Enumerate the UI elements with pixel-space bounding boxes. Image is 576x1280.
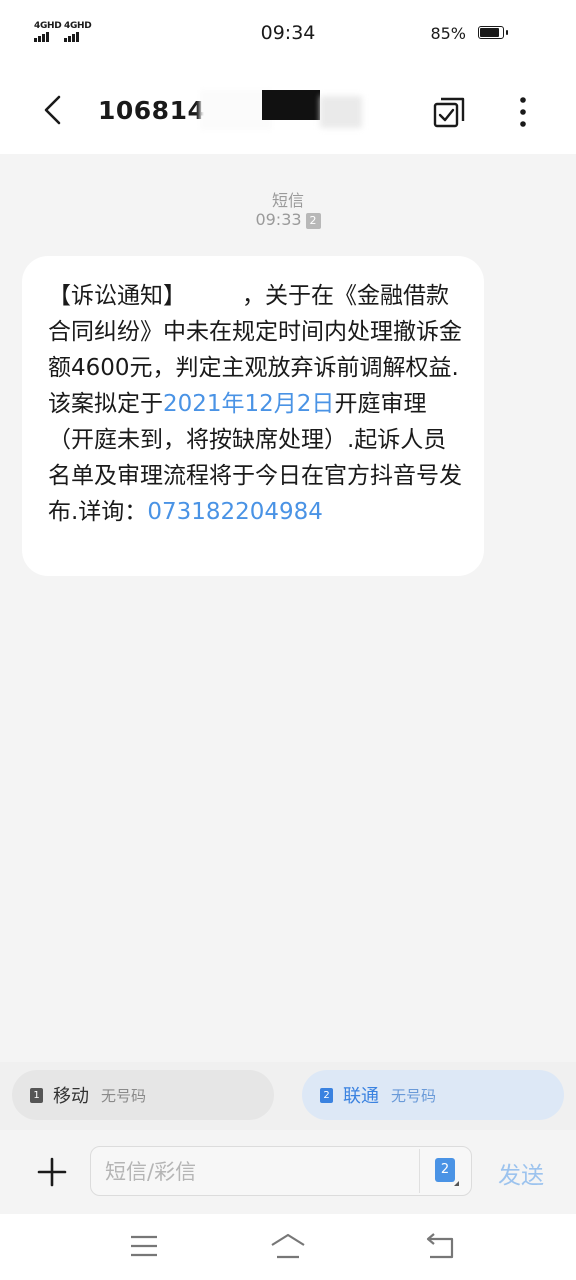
message-input[interactable] [103,1155,417,1189]
message-text: 【诉讼通知】 ，关于在《金融借款合同纠纷》中未在规定时间内处理撤诉金额4600元，… [48,278,464,530]
phone-link[interactable]: 073182204984 [147,499,323,525]
compose-bar: 2 发送 [0,1130,576,1214]
sim2-option[interactable]: 2 联通 无号码 [302,1070,564,1120]
sim2-carrier: 联通 [343,1086,379,1107]
sim2-number: 无号码 [391,1086,437,1105]
message-channel-label: 短信 [271,191,304,210]
sim-card-icon: 1 [30,1087,43,1103]
date-link[interactable]: 2021年12月2日 [163,391,334,417]
home-icon [271,1233,305,1259]
sim1-option[interactable]: 1 移动 无号码 [12,1070,274,1120]
sim-badge-icon: 2 [305,213,321,229]
message-input-box: 2 [90,1146,472,1196]
sim1-number: 无号码 [101,1086,147,1105]
plus-icon [37,1157,67,1187]
message-heading: 【诉讼通知】 [48,283,186,309]
copy-select-icon [433,97,465,128]
status-bar: 4GHD 4GHD 09:34 85% [0,0,576,66]
battery-percent: 85% [430,24,466,43]
sim1-carrier: 移动 [53,1086,89,1107]
message-timestamp: 09:33 2 [0,210,576,229]
message-bubble[interactable]: 【诉讼通知】 ，关于在《金融借款合同纠纷》中未在规定时间内处理撤诉金额4600元，… [22,256,484,576]
redaction-mask [186,281,242,307]
menu-icon [131,1235,157,1257]
send-button[interactable]: 发送 [498,1156,544,1190]
input-divider [419,1149,420,1193]
attach-button[interactable] [32,1152,72,1192]
back-button[interactable] [34,90,74,130]
battery-icon [478,26,508,39]
recent-apps-button[interactable] [124,1228,164,1264]
home-button[interactable] [268,1228,308,1264]
sim-card-icon: 2 [320,1087,333,1103]
navigation-bar [0,1214,576,1280]
more-options-button[interactable] [508,92,538,132]
back-arrow-icon [44,95,61,125]
redaction-blur [320,96,362,128]
sim-selector: 1 移动 无号码 2 联通 无号码 [0,1062,576,1130]
multi-select-button[interactable] [432,96,466,130]
more-vertical-icon [520,97,526,127]
return-icon [426,1233,454,1259]
back-nav-button[interactable] [420,1228,460,1264]
message-time: 09:33 [255,210,302,229]
sim-switch-button[interactable]: 2 [435,1158,459,1186]
redaction-bar [262,90,320,120]
